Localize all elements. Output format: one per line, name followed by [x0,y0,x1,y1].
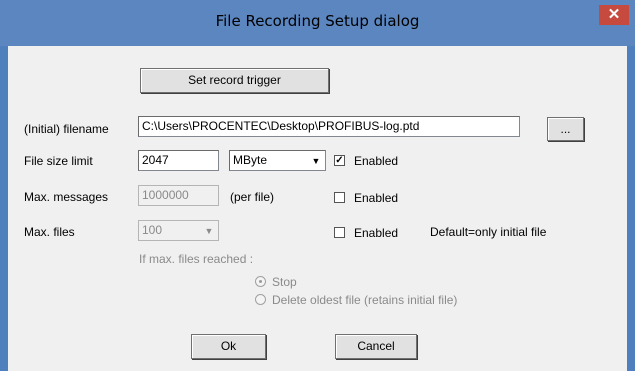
delete-oldest-radio[interactable] [255,294,266,305]
size-unit-value: MByte [233,153,268,167]
dialog-body: Set record trigger (Initial) filename C:… [8,46,627,371]
title-bar[interactable]: File Recording Setup dialog ✕ [0,0,635,46]
stop-radio[interactable] [255,276,266,287]
max-files-value: 100 [142,223,163,237]
file-size-input[interactable]: 2047 [138,150,219,171]
check-mark-icon: ✓ [335,155,344,166]
dialog-title: File Recording Setup dialog [215,12,420,30]
cancel-label: Cancel [357,339,395,353]
size-limit-enabled-label[interactable]: Enabled [354,154,398,168]
max-messages-enabled-label[interactable]: Enabled [354,191,398,205]
file-size-limit-label: File size limit [24,154,93,168]
size-unit-select[interactable]: MByte ▼ [229,150,326,171]
size-limit-enabled-checkbox[interactable]: ✓ [334,155,345,166]
max-files-enabled-checkbox[interactable] [334,227,345,238]
filename-label: (Initial) filename [24,122,109,136]
max-files-select[interactable]: 100 ▼ [138,220,219,241]
if-max-files-reached-label: If max. files reached : [139,252,254,266]
ok-label: Ok [220,339,237,353]
cancel-button[interactable]: Cancel [335,334,417,359]
browse-button[interactable]: ... [547,117,584,141]
chevron-down-icon[interactable]: ▼ [201,222,217,239]
max-files-label: Max. files [24,225,75,239]
default-note: Default=only initial file [430,225,547,239]
chevron-down-icon[interactable]: ▼ [308,152,324,169]
set-record-trigger-label: Set record trigger [188,73,281,87]
per-file-label: (per file) [230,190,275,204]
max-messages-enabled-checkbox[interactable] [334,192,345,203]
stop-label[interactable]: Stop [272,275,297,289]
close-icon: ✕ [607,6,621,23]
close-button[interactable]: ✕ [599,5,629,25]
set-record-trigger-button[interactable]: Set record trigger [140,68,329,93]
filename-input[interactable]: C:\Users\PROCENTEC\Desktop\PROFIBUS-log.… [138,116,520,137]
radio-selected-dot [259,280,262,283]
ok-button[interactable]: Ok [191,334,266,359]
max-messages-input[interactable]: 1000000 [138,185,219,206]
max-files-enabled-label[interactable]: Enabled [354,226,398,240]
browse-label: ... [560,122,571,136]
dialog-window: File Recording Setup dialog ✕ Set record… [0,0,635,371]
delete-oldest-label[interactable]: Delete oldest file (retains initial file… [272,293,457,307]
max-messages-label: Max. messages [24,190,109,204]
